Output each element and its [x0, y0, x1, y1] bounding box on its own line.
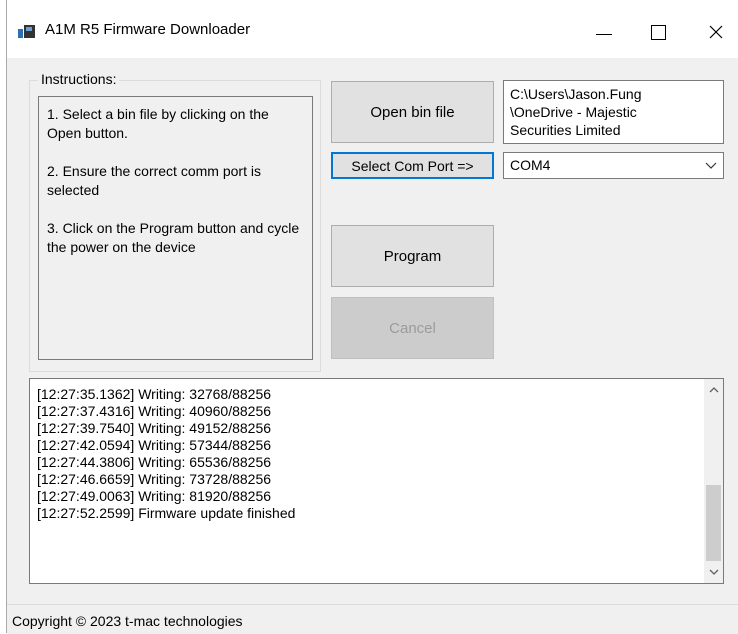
log-lines: [12:27:35.1362] Writing: 32768/88256 [12… [37, 386, 295, 522]
log-scrollbar[interactable] [704, 379, 723, 583]
cancel-button: Cancel [331, 297, 494, 359]
app-window: A1M R5 Firmware Downloader Instructions:… [6, 0, 738, 634]
log-line: [12:27:37.4316] Writing: 40960/88256 [37, 403, 272, 419]
file-path-field[interactable]: C:\Users\Jason.Fung \OneDrive - Majestic… [503, 80, 724, 144]
scroll-up-button[interactable] [704, 381, 723, 399]
program-button[interactable]: Program [331, 225, 494, 287]
minimize-icon [596, 33, 612, 35]
file-path-line: \OneDrive - Majestic [510, 104, 637, 120]
window-title: A1M R5 Firmware Downloader [45, 21, 251, 38]
log-line: [12:27:52.2599] Firmware update finished [37, 505, 296, 521]
file-path-line: Securities Limited [510, 122, 621, 138]
instruction-step-2: 2. Ensure the correct comm port is selec… [47, 163, 261, 198]
maximize-button[interactable] [635, 12, 681, 52]
instruction-step-1: 1. Select a bin file by clicking on the … [47, 106, 269, 141]
chevron-down-icon [709, 569, 718, 575]
com-port-dropdown[interactable]: COM4 [503, 152, 724, 179]
scroll-down-button[interactable] [704, 563, 723, 581]
scroll-thumb[interactable] [706, 485, 721, 561]
chevron-down-icon [705, 162, 717, 169]
com-port-value: COM4 [510, 157, 551, 173]
log-line: [12:27:49.0063] Writing: 81920/88256 [37, 488, 272, 504]
app-icon [18, 25, 36, 39]
log-line: [12:27:35.1362] Writing: 32768/88256 [37, 386, 272, 402]
close-icon [709, 25, 723, 39]
close-button[interactable] [693, 12, 738, 52]
open-bin-file-button[interactable]: Open bin file [331, 81, 494, 143]
title-bar[interactable]: A1M R5 Firmware Downloader [7, 0, 738, 58]
log-line: [12:27:44.3806] Writing: 65536/88256 [37, 454, 272, 470]
file-path-line: C:\Users\Jason.Fung [510, 86, 642, 102]
instructions-group-label: Instructions: [38, 71, 120, 87]
instruction-step-3: 3. Click on the Program button and cycle… [47, 220, 300, 255]
status-bar: Copyright © 2023 t-mac technologies [7, 604, 738, 634]
minimize-button[interactable] [581, 12, 627, 52]
log-output[interactable]: [12:27:35.1362] Writing: 32768/88256 [12… [29, 378, 724, 584]
chevron-up-icon [709, 387, 718, 393]
log-line: [12:27:46.6659] Writing: 73728/88256 [37, 471, 272, 487]
select-com-port-button[interactable]: Select Com Port => [331, 152, 494, 179]
log-line: [12:27:42.0594] Writing: 57344/88256 [37, 437, 272, 453]
copyright-text: Copyright © 2023 t-mac technologies [12, 613, 243, 629]
instructions-text-box: 1. Select a bin file by clicking on the … [38, 96, 313, 360]
log-line: [12:27:39.7540] Writing: 49152/88256 [37, 420, 272, 436]
maximize-icon [650, 24, 666, 40]
